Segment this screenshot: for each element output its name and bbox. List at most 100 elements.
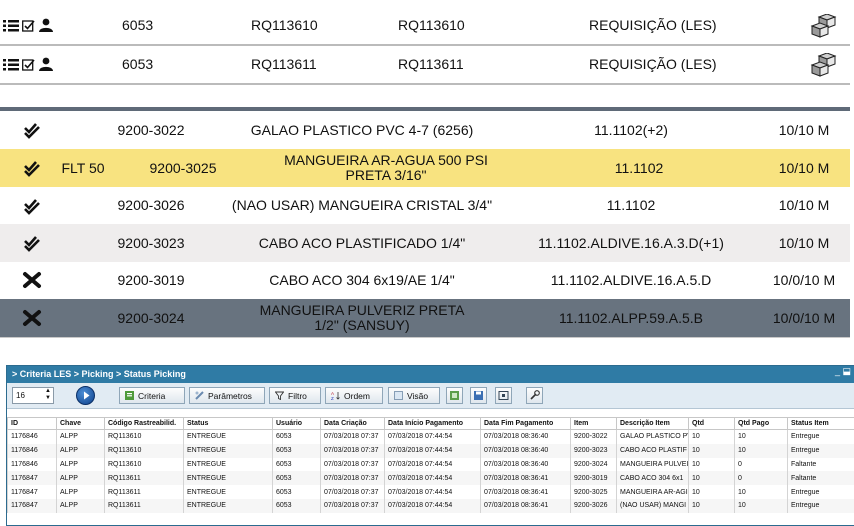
col-data-criacao[interactable]: Data Criação [321, 418, 385, 430]
item-qty: 10/0/10 M [773, 311, 835, 326]
item-description: GALAO PLASTICO PVC 4-7 (6256) [251, 123, 474, 138]
table-cell: (NAO USAR) MANGI [617, 499, 689, 513]
table-cell: 07/03/2018 07:37 [321, 458, 385, 472]
col-chave[interactable]: Chave [57, 418, 105, 430]
status-picking-window: > Criteria LES > Picking > Status Pickin… [6, 365, 854, 526]
item-row[interactable]: 9200-3023 CABO ACO PLASTIFICADO 1/4" 11.… [0, 224, 850, 263]
req-type: REQUISIÇÃO (LES) [589, 17, 717, 33]
boxes-icon[interactable] [810, 53, 838, 77]
col-codigo-rastreabilidade[interactable]: Código Rastreabilid. [105, 418, 184, 430]
table-cell: ALPP [57, 499, 105, 513]
req-type: REQUISIÇÃO (LES) [589, 56, 717, 72]
table-cell: CABO ACO 304 6x1 [617, 471, 689, 485]
svg-text:Z: Z [331, 396, 334, 400]
user-icon[interactable] [38, 57, 54, 71]
item-qty: 10/10 M [779, 236, 830, 251]
sort-az-icon: AZ [331, 391, 340, 400]
item-code: 9200-3026 [118, 198, 185, 213]
run-button[interactable] [76, 386, 95, 405]
filtro-button[interactable]: Filtro [269, 387, 321, 404]
item-location: 11.1102.ALDIVE.16.A.3.D(+1) [538, 236, 724, 251]
table-cell: Entregue [788, 430, 854, 444]
tools-button[interactable] [526, 387, 543, 404]
checkbox-edit-icon[interactable] [22, 58, 35, 71]
filtro-label: Filtro [288, 391, 307, 401]
col-data-fim[interactable]: Data Fim Pagamento [481, 418, 571, 430]
item-row[interactable]: 9200-3022 GALAO PLASTICO PVC 4-7 (6256) … [0, 111, 850, 150]
item-location: 11.1102 [607, 198, 656, 213]
item-description: CABO ACO 304 6x19/AE 1/4" [269, 273, 455, 288]
col-descricao-item[interactable]: Descrição Item [617, 418, 689, 430]
item-description: (NAO USAR) MANGUEIRA CRISTAL 3/4" [232, 198, 492, 213]
toolbar: 16 ▲▼ Criteria Parâmetros Filtro AZ Ordem… [7, 383, 854, 409]
table-row[interactable]: 1176846ALPPRQ113610ENTREGUE605307/03/201… [8, 458, 854, 472]
table-cell: RQ113611 [105, 499, 184, 513]
table-cell: 07/03/2018 08:36:40 [481, 458, 571, 472]
spinner-arrows-icon[interactable]: ▲▼ [45, 388, 51, 402]
table-cell: 10 [689, 458, 735, 472]
requisition-row[interactable]: 6053 RQ113611 RQ113611 REQUISIÇÃO (LES) [0, 46, 850, 85]
row-actions [3, 18, 54, 32]
req-code: RQ113611 [251, 56, 317, 72]
table-cell: 10 [735, 430, 788, 444]
table-cell: 10 [735, 485, 788, 499]
col-item[interactable]: Item [571, 418, 617, 430]
item-description-line: MANGUEIRA AR-AGUA 500 PSI [284, 153, 488, 168]
table-cell: 1176847 [8, 485, 57, 499]
list-icon[interactable] [3, 58, 19, 71]
page-size-spinner[interactable]: 16 ▲▼ [12, 387, 54, 404]
item-row[interactable]: 9200-3019 CABO ACO 304 6x19/AE 1/4" 11.1… [0, 262, 850, 300]
table-cell: Faltante [788, 458, 854, 472]
col-usuario[interactable]: Usuário [273, 418, 321, 430]
table-cell: 10 [689, 471, 735, 485]
table-cell: 07/03/2018 07:44:54 [385, 430, 481, 444]
criteria-button[interactable]: Criteria [119, 387, 185, 404]
table-cell: ENTREGUE [184, 485, 273, 499]
item-description-line: PRETA 3/16" [284, 168, 488, 183]
table-row[interactable]: 1176847ALPPRQ113611ENTREGUE605307/03/201… [8, 471, 854, 485]
col-data-inicio[interactable]: Data Início Pagamento [385, 418, 481, 430]
table-row[interactable]: 1176846ALPPRQ113610ENTREGUE605307/03/201… [8, 444, 854, 458]
item-row[interactable]: 9200-3026 (NAO USAR) MANGUEIRA CRISTAL 3… [0, 187, 850, 225]
table-cell: Entregue [788, 499, 854, 513]
window-button[interactable] [495, 387, 512, 404]
table-cell: 07/03/2018 07:44:54 [385, 499, 481, 513]
export-excel-button[interactable] [446, 387, 463, 404]
table-row[interactable]: 1176847ALPPRQ113611ENTREGUE605307/03/201… [8, 485, 854, 499]
col-qtd[interactable]: Qtd [689, 418, 735, 430]
table-cell: RQ113610 [105, 458, 184, 472]
table-cell: ENTREGUE [184, 499, 273, 513]
table-cell: ENTREGUE [184, 444, 273, 458]
item-description: MANGUEIRA PULVERIZ PRETA 1/2" (SANSUY) [260, 303, 465, 333]
requisition-row[interactable]: 6053 RQ113610 RQ113610 REQUISIÇÃO (LES) [0, 7, 850, 46]
criteria-label: Criteria [138, 391, 165, 401]
item-row[interactable]: 9200-3024 MANGUEIRA PULVERIZ PRETA 1/2" … [0, 299, 850, 338]
col-status-item[interactable]: Status Item [788, 418, 854, 430]
table-cell: ENTREGUE [184, 430, 273, 444]
item-row-selected[interactable]: FLT 50 9200-3025 MANGUEIRA AR-AGUA 500 P… [0, 149, 850, 188]
save-button[interactable] [470, 387, 487, 404]
col-qtd-pago[interactable]: Qtd Pago [735, 418, 788, 430]
checkbox-edit-icon[interactable] [22, 19, 35, 32]
ordem-button[interactable]: AZ Ordem [325, 387, 383, 404]
user-icon[interactable] [38, 18, 54, 32]
table-cell: Faltante [788, 471, 854, 485]
table-cell: 1176847 [8, 471, 57, 485]
parametros-label: Parâmetros [208, 391, 252, 401]
item-location: 11.1102 [615, 161, 664, 176]
list-icon[interactable] [3, 19, 19, 32]
visao-button[interactable]: Visão [388, 387, 440, 404]
parametros-button[interactable]: Parâmetros [189, 387, 265, 404]
table-cell: Entregue [788, 444, 854, 458]
col-status[interactable]: Status [184, 418, 273, 430]
ordem-label: Ordem [344, 391, 370, 401]
item-location: 11.1102.ALPP.59.A.5.B [559, 311, 703, 326]
table-cell: 6053 [273, 485, 321, 499]
table-row[interactable]: 1176847ALPPRQ113611ENTREGUE605307/03/201… [8, 499, 854, 513]
table-row[interactable]: 1176846ALPPRQ113610ENTREGUE605307/03/201… [8, 430, 854, 444]
table-header-row: ID Chave Código Rastreabilid. Status Usu… [8, 418, 854, 430]
parameters-icon [195, 391, 204, 400]
window-controls[interactable]: _ ⬓ [835, 366, 851, 377]
col-id[interactable]: ID [8, 418, 57, 430]
boxes-icon[interactable] [810, 14, 838, 38]
